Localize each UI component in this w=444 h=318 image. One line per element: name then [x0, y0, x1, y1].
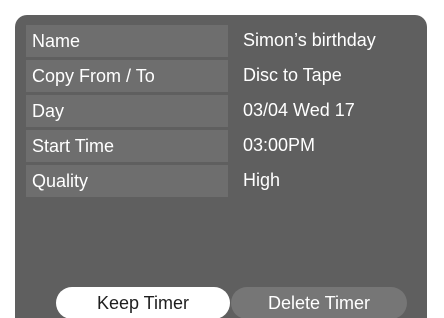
delete-timer-button[interactable]: Delete Timer: [231, 287, 407, 318]
field-value-quality: High: [243, 170, 281, 190]
field-value-start-time: 03:00PM: [243, 135, 316, 155]
field-value-day: 03/04 Wed 17: [243, 100, 355, 120]
detail-row-copy[interactable]: Copy From / To Disc to Tape: [26, 60, 416, 92]
field-label-quality: Quality: [32, 171, 89, 191]
field-label-cell: Quality: [26, 165, 228, 197]
field-label-cell: Start Time: [26, 130, 228, 162]
field-label-name: Name: [32, 31, 81, 51]
field-label-cell: Day: [26, 95, 228, 127]
keep-timer-button[interactable]: Keep Timer: [56, 287, 230, 318]
detail-row-name[interactable]: Name Simon’s birthday: [26, 25, 416, 57]
detail-row-day[interactable]: Day 03/04 Wed 17: [26, 95, 416, 127]
detail-row-quality[interactable]: Quality High: [26, 165, 416, 197]
field-value-copy: Disc to Tape: [243, 65, 342, 85]
timer-screen: Name Simon’s birthday Copy From / To Dis…: [0, 0, 444, 318]
timer-details-panel: Name Simon’s birthday Copy From / To Dis…: [15, 15, 427, 318]
field-value-name: Simon’s birthday: [243, 30, 376, 50]
field-label-cell: Name: [26, 25, 228, 57]
field-label-cell: Copy From / To: [26, 60, 228, 92]
field-label-start-time: Start Time: [32, 136, 115, 156]
field-label-copy: Copy From / To: [32, 66, 155, 86]
detail-row-start-time[interactable]: Start Time 03:00PM: [26, 130, 416, 162]
field-label-day: Day: [32, 101, 65, 121]
